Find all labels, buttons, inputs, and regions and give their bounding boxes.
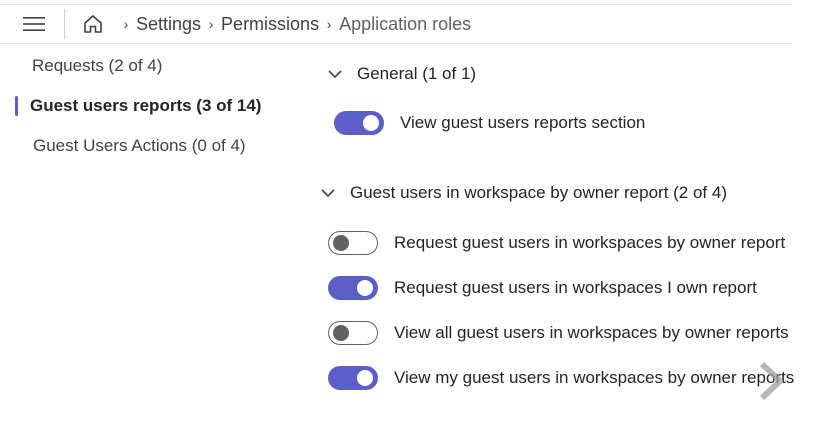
permission-row: View guest users reports section — [334, 110, 645, 136]
toggle-knob — [333, 325, 349, 341]
permission-toggle[interactable] — [328, 366, 378, 390]
chevron-right-icon: › — [326, 16, 332, 32]
home-icon[interactable] — [82, 13, 104, 35]
nav-item-requests[interactable]: Requests (2 of 4) — [32, 51, 162, 81]
permission-row: Request guest users in workspaces by own… — [328, 230, 785, 256]
permission-toggle[interactable] — [328, 231, 378, 255]
nav-item-label: Guest users reports (3 of 14) — [30, 96, 262, 115]
chevron-down-icon — [328, 70, 342, 79]
breadcrumb-permissions[interactable]: Permissions — [221, 14, 319, 35]
toggle-knob — [357, 280, 373, 296]
nav-item-label: Requests (2 of 4) — [32, 56, 163, 75]
chevron-right-icon[interactable] — [756, 362, 786, 400]
permission-toggle[interactable] — [328, 276, 378, 300]
permission-label: Request guest users in workspaces I own … — [394, 278, 757, 297]
toggle-knob — [363, 115, 379, 131]
permission-toggle[interactable] — [334, 111, 384, 135]
chevron-right-icon: › — [208, 16, 214, 32]
breadcrumb: › Settings › Permissions › Application r… — [116, 5, 472, 43]
top-bar: › Settings › Permissions › Application r… — [0, 4, 793, 44]
toolbar-divider — [64, 9, 65, 39]
permission-row: Request guest users in workspaces I own … — [328, 275, 757, 301]
section-general-header[interactable]: General (1 of 1) — [327, 62, 476, 86]
breadcrumb-application-roles: Application roles — [339, 13, 472, 34]
selected-indicator — [15, 96, 18, 116]
permission-row: View my guest users in workspaces by own… — [328, 365, 794, 391]
nav-item-guest-users-actions[interactable]: Guest Users Actions (0 of 4) — [33, 131, 246, 161]
permission-toggle[interactable] — [328, 321, 378, 345]
hamburger-icon[interactable] — [22, 14, 46, 34]
section-title: General (1 of 1) — [357, 64, 477, 83]
permission-label: Request guest users in workspaces by own… — [394, 233, 786, 252]
chevron-right-icon: › — [123, 16, 129, 32]
nav-item-guest-users-reports[interactable]: Guest users reports (3 of 14) — [0, 91, 270, 121]
permission-row: View all guest users in workspaces by ow… — [328, 320, 789, 346]
toggle-knob — [333, 235, 349, 251]
toggle-knob — [357, 370, 373, 386]
nav-item-label: Guest Users Actions (0 of 4) — [33, 136, 246, 155]
breadcrumb-settings[interactable]: Settings — [136, 14, 201, 35]
section-title: Guest users in workspace by owner report… — [350, 183, 727, 202]
chevron-down-icon — [321, 189, 335, 198]
section-workspace-owner-report-header[interactable]: Guest users in workspace by owner report… — [320, 181, 727, 205]
permission-label: View all guest users in workspaces by ow… — [394, 323, 789, 342]
permission-label: View guest users reports section — [400, 113, 646, 132]
permission-label: View my guest users in workspaces by own… — [394, 368, 795, 387]
